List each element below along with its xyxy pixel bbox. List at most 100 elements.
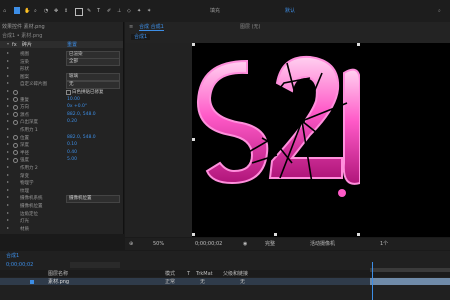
timeline-search-input[interactable]: [70, 262, 120, 268]
active-camera[interactable]: 活动摄像机: [310, 241, 335, 247]
layer-duration-bar[interactable]: [370, 278, 450, 285]
effect-property-row[interactable]: 物理学: [0, 179, 124, 186]
brush-tool-icon[interactable]: ✐: [107, 8, 111, 14]
expand-icon[interactable]: [7, 173, 9, 176]
roto-tool-icon[interactable]: ✦: [137, 8, 141, 14]
effect-property-row[interactable]: 摄像机系统 摄像机位置: [0, 194, 124, 203]
search-icon[interactable]: ⌕: [438, 8, 441, 14]
expand-icon[interactable]: [7, 120, 9, 123]
effect-property-row[interactable]: 形状: [0, 65, 124, 72]
orbit-tool-icon[interactable]: ◔: [44, 8, 48, 14]
expand-icon[interactable]: [7, 135, 9, 138]
stopwatch-icon[interactable]: [13, 104, 18, 110]
effect-property-row[interactable]: 作用力 2: [0, 164, 124, 171]
expand-icon[interactable]: [7, 196, 9, 199]
expand-icon[interactable]: [7, 59, 9, 62]
comp-tab-menu-icon[interactable]: ≡: [129, 24, 133, 30]
expand-icon[interactable]: [7, 74, 9, 77]
expand-icon[interactable]: [7, 128, 9, 130]
expand-icon[interactable]: [7, 82, 9, 85]
layer-mode[interactable]: 正常: [165, 279, 175, 285]
effect-property-row[interactable]: 纹理: [0, 187, 124, 194]
effect-header[interactable]: fx 碎片 重置: [0, 41, 124, 48]
expand-icon[interactable]: [7, 181, 9, 184]
pen-tool-icon[interactable]: ✎: [87, 8, 91, 14]
layer-trkmat[interactable]: 无: [200, 279, 205, 285]
effect-property-row[interactable]: 视图 已渲染: [0, 50, 124, 59]
effect-property-row[interactable]: 强度 5.00: [0, 156, 124, 163]
stopwatch-icon[interactable]: [13, 142, 18, 148]
effect-property-row[interactable]: 摄像机位置: [0, 202, 124, 209]
stopwatch-icon[interactable]: [13, 157, 18, 163]
effect-property-row[interactable]: 源点 882.0, 548.0: [0, 111, 124, 118]
reset-link[interactable]: 重置: [67, 42, 77, 48]
col-trkmat[interactable]: TrkMat: [196, 271, 213, 277]
comp-subtab[interactable]: 合成1: [131, 34, 151, 40]
magnifier-icon[interactable]: ⊕: [129, 241, 133, 247]
zoom-level[interactable]: 50%: [153, 241, 164, 247]
effect-property-row[interactable]: 方向 0x +0.0°: [0, 103, 124, 110]
zoom-tool-icon[interactable]: ⌕: [34, 8, 37, 14]
comp-tab[interactable]: 合成 合成1: [139, 24, 164, 31]
layer-label-color[interactable]: [30, 280, 34, 284]
expand-icon[interactable]: [7, 112, 9, 115]
stopwatch-icon[interactable]: [13, 89, 18, 95]
property-value[interactable]: 0.10: [67, 142, 77, 147]
expand-icon[interactable]: [7, 150, 9, 153]
property-value[interactable]: 0x +0.0°: [67, 104, 87, 109]
workspace-default[interactable]: 默认: [285, 8, 295, 14]
transform-handle[interactable]: [274, 233, 277, 236]
expand-icon[interactable]: [7, 143, 9, 146]
home-icon[interactable]: ⌂: [3, 8, 6, 14]
col-mode[interactable]: 模式: [165, 271, 175, 277]
effect-property-row[interactable]: 图案 玻璃: [0, 73, 124, 82]
dolly-tool-icon[interactable]: ⇕: [64, 8, 68, 14]
expand-icon[interactable]: [7, 43, 9, 45]
work-area-bar[interactable]: [370, 268, 450, 272]
effect-controls-tab[interactable]: 效果控件 素材.png: [2, 24, 122, 31]
layer-tab[interactable]: 图层 (无): [240, 24, 261, 30]
pan-tool-icon[interactable]: ✥: [54, 8, 58, 14]
effect-property-row[interactable]: 自定义碎片图无: [0, 80, 124, 89]
effect-property-row[interactable]: 深度 0.10: [0, 141, 124, 148]
eraser-tool-icon[interactable]: ◇: [127, 8, 131, 14]
transform-handle[interactable]: [357, 233, 360, 236]
timeline-tab[interactable]: 合成1: [6, 253, 19, 259]
expand-icon[interactable]: [7, 67, 9, 70]
effect-property-row[interactable]: 边角定位: [0, 210, 124, 217]
selection-tool-icon[interactable]: [14, 7, 20, 14]
transform-handle[interactable]: [192, 138, 195, 141]
transform-handle[interactable]: [357, 43, 360, 46]
stopwatch-icon[interactable]: [13, 119, 18, 125]
effect-property-row[interactable]: 渲染 全部: [0, 58, 124, 67]
transform-handle[interactable]: [192, 233, 195, 236]
property-value[interactable]: 0.40: [67, 150, 77, 155]
playhead[interactable]: [372, 262, 373, 300]
layer-name[interactable]: 素材.png: [48, 279, 69, 285]
camera-icon[interactable]: ◉: [243, 241, 247, 247]
layer-parent[interactable]: 无: [240, 279, 245, 285]
composition-viewer[interactable]: [192, 43, 360, 237]
text-tool-icon[interactable]: T: [97, 8, 100, 14]
transform-handle[interactable]: [192, 43, 195, 46]
effect-property-row[interactable]: 半径 0.40: [0, 149, 124, 156]
expand-icon[interactable]: [7, 90, 9, 92]
property-value[interactable]: 5.00: [67, 157, 77, 162]
property-value[interactable]: 0.20: [67, 119, 77, 124]
expand-icon[interactable]: [7, 52, 9, 54]
property-checkbox[interactable]: [66, 89, 71, 95]
property-value[interactable]: 882.0, 548.0: [67, 112, 96, 117]
view-layout[interactable]: 1个: [380, 241, 388, 247]
expand-icon[interactable]: [7, 97, 9, 100]
puppet-tool-icon[interactable]: ✶: [147, 8, 151, 14]
expand-icon[interactable]: [7, 204, 9, 206]
stopwatch-icon[interactable]: [13, 150, 18, 156]
property-value[interactable]: 10.00: [67, 97, 80, 102]
stopwatch-icon[interactable]: [13, 135, 18, 141]
effect-property-row[interactable]: 位置 882.0, 548.0: [0, 134, 124, 141]
stopwatch-icon[interactable]: [13, 112, 18, 118]
rect-tool-icon[interactable]: [75, 8, 83, 16]
col-layer-name[interactable]: 图层名称: [48, 271, 68, 277]
stamp-tool-icon[interactable]: ⊥: [117, 8, 121, 14]
expand-icon[interactable]: [7, 219, 9, 222]
